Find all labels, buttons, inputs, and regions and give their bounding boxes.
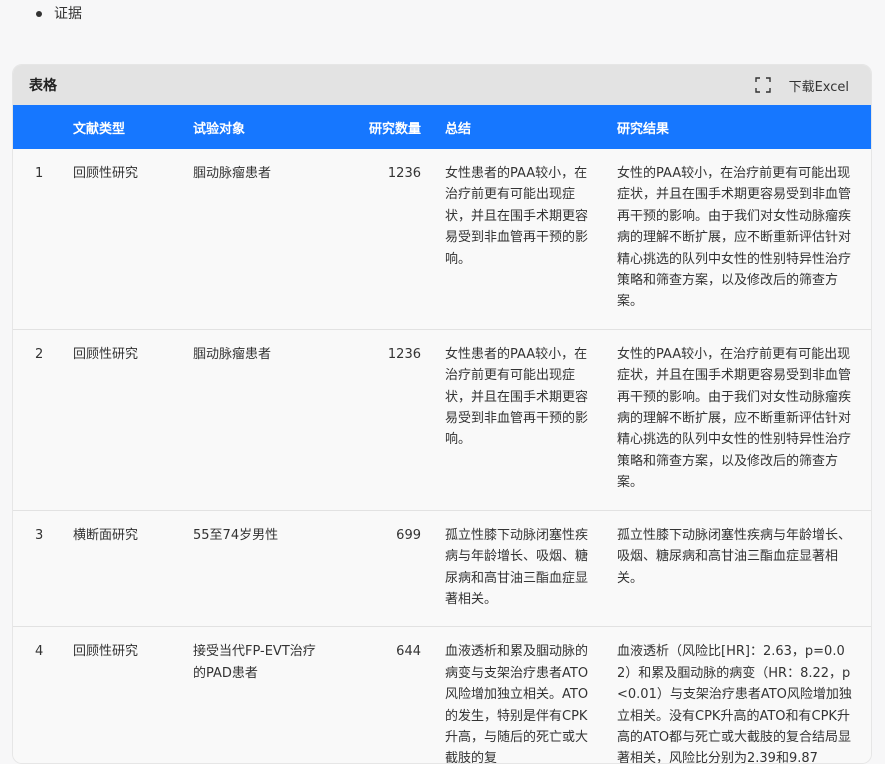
row-index: 3 [13,510,65,628]
row-subject: 腘动脉瘤患者 [185,149,325,330]
row-result: 女性的PAA较小，在治疗前更有可能出现症状，并且在围手术期更容易受到非血管再干预… [609,329,871,511]
row-count: 1236 [325,329,437,511]
header-index [13,105,65,149]
header-summary: 总结 [445,121,472,137]
header-type: 文献类型 [73,121,126,137]
download-excel-button[interactable]: 下载Excel [789,76,849,95]
row-subject: 接受当代FP-EVT治疗的PAD患者 [185,626,325,763]
row-count: 644 [325,626,437,763]
row-index: 2 [13,329,65,511]
row-result: 女性的PAA较小，在治疗前更有可能出现症状，并且在围手术期更容易受到非血管再干预… [609,149,871,330]
header-count: 研究数量 [368,121,421,137]
header-subject: 试验对象 [193,121,246,137]
evidence-list-item: 证据 [36,4,82,24]
row-summary: 女性患者的PAA较小，在治疗前更有可能出现症状，并且在围手术期更容易受到非血管再… [437,149,609,330]
table-row: 4 回顾性研究 接受当代FP-EVT治疗的PAD患者 644 血液透析和累及腘动… [13,626,871,763]
row-type: 回顾性研究 [65,329,185,511]
evidence-label: 证据 [54,6,82,22]
table-row: 3 横断面研究 55至74岁男性 699 孤立性膝下动脉闭塞性疾病与年龄增长、吸… [13,510,871,628]
table-card: 表格 下载Excel 文献类型 试验对象 研究数量 总结 研究结果 1 回顾性研… [12,64,872,764]
row-count: 1236 [325,149,437,330]
card-title: 表格 [29,78,57,94]
row-summary: 女性患者的PAA较小，在治疗前更有可能出现症状，并且在围手术期更容易受到非血管再… [437,329,609,511]
row-subject: 55至74岁男性 [185,510,325,628]
table-header-row: 文献类型 试验对象 研究数量 总结 研究结果 [13,105,871,149]
row-type: 回顾性研究 [65,149,185,330]
header-actions: 下载Excel [754,76,849,95]
bullet-dot [36,11,42,17]
header-result: 研究结果 [617,121,670,137]
row-type: 回顾性研究 [65,626,185,763]
row-index: 1 [13,149,65,330]
row-summary: 孤立性膝下动脉闭塞性疾病与年龄增长、吸烟、糖尿病和高甘油三酯血症显著相关。 [437,510,609,628]
row-type: 横断面研究 [65,510,185,628]
row-result: 血液透析（风险比[HR]：2.63，p=0.02）和累及腘动脉的病变（HR：8.… [609,626,871,763]
row-summary: 血液透析和累及腘动脉的病变与支架治疗患者ATO风险增加独立相关。ATO的发生，特… [437,626,609,763]
row-result: 孤立性膝下动脉闭塞性疾病与年龄增长、吸烟、糖尿病和高甘油三酯血症显著相关。 [609,510,871,628]
row-index: 4 [13,626,65,763]
card-header: 表格 下载Excel [13,65,871,105]
evidence-table: 文献类型 试验对象 研究数量 总结 研究结果 1 回顾性研究 腘动脉瘤患者 12… [13,105,871,763]
row-count: 699 [325,510,437,628]
table-row: 1 回顾性研究 腘动脉瘤患者 1236 女性患者的PAA较小，在治疗前更有可能出… [13,149,871,330]
table-row: 2 回顾性研究 腘动脉瘤患者 1236 女性患者的PAA较小，在治疗前更有可能出… [13,329,871,511]
fullscreen-icon[interactable] [754,77,771,93]
row-subject: 腘动脉瘤患者 [185,329,325,511]
